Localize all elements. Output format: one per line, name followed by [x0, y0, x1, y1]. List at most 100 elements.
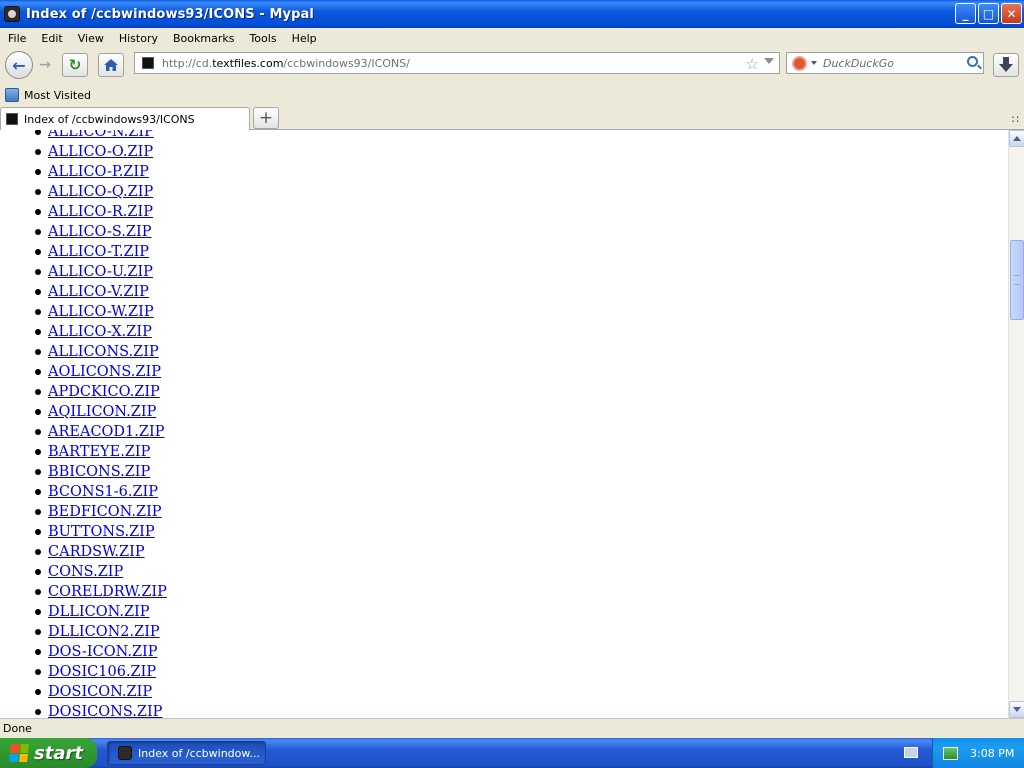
url-bar[interactable]: http://cd.textfiles.com/ccbwindows93/ICO…	[134, 52, 780, 74]
url-history-dropdown-icon[interactable]	[764, 58, 774, 64]
bullet-icon	[35, 249, 41, 255]
minimize-button[interactable]: _	[955, 3, 976, 24]
start-button[interactable]: start	[0, 738, 97, 768]
list-item: DLLICON.ZIP	[0, 602, 400, 622]
taskbar-item-browser[interactable]: Index of /ccbwindow...	[107, 741, 266, 765]
file-link[interactable]: CONS.ZIP	[48, 564, 123, 580]
file-link[interactable]: ALLICO-W.ZIP	[48, 304, 154, 320]
url-prefix: http://cd.	[162, 56, 213, 70]
bullet-icon	[35, 169, 41, 175]
bullet-icon	[35, 549, 41, 555]
bullet-icon	[35, 469, 41, 475]
file-link[interactable]: BEDFICON.ZIP	[48, 504, 162, 520]
clock[interactable]: 3:08 PM	[970, 747, 1014, 760]
site-favicon-icon	[142, 57, 154, 69]
taskbar-item-label: Index of /ccbwindow...	[138, 746, 260, 760]
menu-bookmarks[interactable]: Bookmarks	[165, 32, 241, 45]
bullet-icon	[35, 409, 41, 415]
list-item: ALLICO-P.ZIP	[0, 162, 400, 182]
list-item: DOS-ICON.ZIP	[0, 642, 400, 662]
file-link[interactable]: AOLICONS.ZIP	[48, 364, 161, 380]
maximize-button[interactable]: □	[978, 3, 999, 24]
file-link[interactable]: DLLICON2.ZIP	[48, 624, 160, 640]
forward-arrow-icon: →	[39, 57, 51, 73]
search-engine-dropdown-icon[interactable]	[811, 61, 817, 65]
file-link[interactable]: CORELDRW.ZIP	[48, 584, 167, 600]
mypal-task-icon	[118, 746, 132, 760]
close-button[interactable]: ✕	[1001, 3, 1022, 24]
file-link[interactable]: BARTEYE.ZIP	[48, 444, 150, 460]
downloads-button[interactable]	[993, 53, 1019, 77]
file-link[interactable]: ALLICO-V.ZIP	[48, 284, 149, 300]
bookmark-most-visited[interactable]: Most Visited	[24, 89, 91, 102]
file-link[interactable]: BBICONS.ZIP	[48, 464, 150, 480]
file-link[interactable]: ALLICO-T.ZIP	[48, 244, 149, 260]
file-link[interactable]: DLLICON.ZIP	[48, 604, 150, 620]
file-link[interactable]: BCONS1-6.ZIP	[48, 484, 158, 500]
scrollbar-thumb[interactable]	[1010, 240, 1024, 320]
menu-file[interactable]: File	[0, 32, 33, 45]
file-link[interactable]: BUTTONS.ZIP	[48, 524, 155, 540]
file-link[interactable]: ALLICONS.ZIP	[48, 344, 159, 360]
network-icon[interactable]	[943, 746, 958, 760]
reload-button[interactable]: ↻	[62, 53, 88, 77]
download-arrow-icon	[999, 57, 1013, 72]
list-item: AREACOD1.ZIP	[0, 422, 400, 442]
tab-active[interactable]: Index of /ccbwindows93/ICONS	[0, 107, 250, 130]
duckduckgo-engine-icon[interactable]	[792, 55, 807, 71]
new-tab-button[interactable]: +	[253, 107, 279, 129]
file-link[interactable]: DOSICON.ZIP	[48, 684, 152, 700]
scroll-down-button[interactable]	[1009, 701, 1024, 718]
bookmark-star-icon[interactable]: ☆	[746, 55, 759, 73]
forward-button[interactable]: →	[35, 55, 55, 75]
scroll-up-button[interactable]	[1009, 130, 1024, 147]
search-input[interactable]: DuckDuckGo	[823, 57, 894, 70]
tab-list-icon[interactable]: ∷	[1012, 113, 1019, 126]
file-link[interactable]: ALLICO-P.ZIP	[48, 164, 149, 180]
file-link[interactable]: ALLICO-N.ZIP	[48, 130, 154, 140]
window-controls: _ □ ✕	[955, 3, 1022, 24]
menu-view[interactable]: View	[70, 32, 111, 45]
menu-edit[interactable]: Edit	[33, 32, 69, 45]
arrow-down-icon	[1013, 707, 1021, 712]
file-link[interactable]: ALLICO-O.ZIP	[48, 144, 153, 160]
file-link[interactable]: ALLICO-R.ZIP	[48, 204, 153, 220]
bullet-icon	[35, 309, 41, 315]
file-link[interactable]: ALLICO-Q.ZIP	[48, 184, 153, 200]
status-bar: Done	[0, 718, 1024, 738]
file-link[interactable]: DOSICONS.ZIP	[48, 704, 162, 718]
file-link[interactable]: ALLICO-S.ZIP	[48, 224, 151, 240]
keyboard-language-icon[interactable]	[904, 747, 918, 758]
file-link[interactable]: DOS-ICON.ZIP	[48, 644, 158, 660]
file-link[interactable]: DOSIC106.ZIP	[48, 664, 156, 680]
bullet-icon	[35, 349, 41, 355]
list-item: AQILICON.ZIP	[0, 402, 400, 422]
list-item: CONS.ZIP	[0, 562, 400, 582]
search-icon[interactable]	[967, 56, 978, 67]
file-link[interactable]: APDCKICO.ZIP	[48, 384, 160, 400]
list-item: BARTEYE.ZIP	[0, 442, 400, 462]
file-link[interactable]: CARDSW.ZIP	[48, 544, 145, 560]
search-bar[interactable]: DuckDuckGo	[786, 52, 984, 74]
file-link[interactable]: ALLICO-X.ZIP	[48, 324, 152, 340]
url-text[interactable]: http://cd.textfiles.com/ccbwindows93/ICO…	[162, 57, 410, 70]
bullet-icon	[35, 709, 41, 715]
list-item: DOSICONS.ZIP	[0, 702, 400, 718]
home-button[interactable]	[98, 53, 124, 77]
file-link[interactable]: AQILICON.ZIP	[48, 404, 156, 420]
file-link[interactable]: AREACOD1.ZIP	[48, 424, 164, 440]
list-item: ALLICO-U.ZIP	[0, 262, 400, 282]
back-button[interactable]: ←	[5, 51, 33, 79]
most-visited-icon	[5, 88, 19, 102]
file-link[interactable]: ALLICO-U.ZIP	[48, 264, 153, 280]
menu-help[interactable]: Help	[284, 32, 324, 45]
menu-tools[interactable]: Tools	[241, 32, 283, 45]
vertical-scrollbar[interactable]	[1008, 130, 1024, 718]
home-icon	[104, 59, 118, 71]
list-item: ALLICO-V.ZIP	[0, 282, 400, 302]
list-item: ALLICO-R.ZIP	[0, 202, 400, 222]
menu-history[interactable]: History	[111, 32, 165, 45]
list-item: DLLICON2.ZIP	[0, 622, 400, 642]
bullet-icon	[35, 429, 41, 435]
mypal-app-icon[interactable]	[4, 6, 20, 22]
